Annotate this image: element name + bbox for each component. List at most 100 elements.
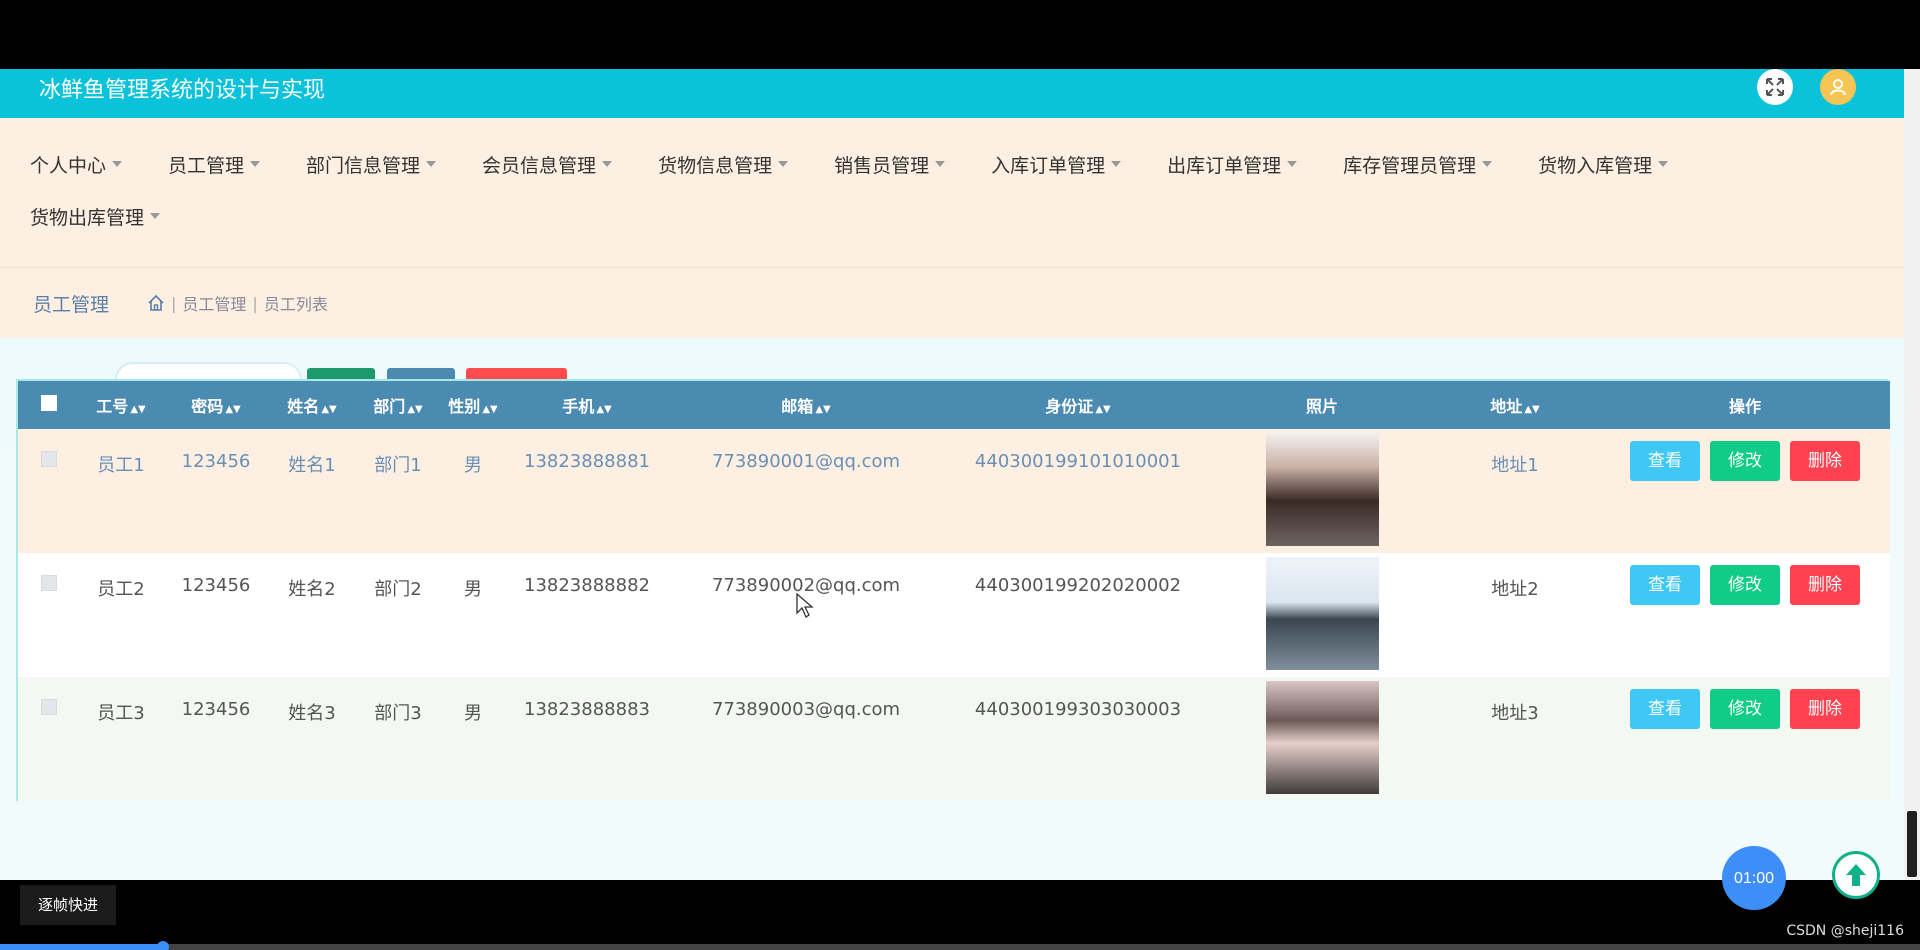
sort-icon: ▲▼ [1524,404,1540,415]
cell-idcard: 440300199101010001 [974,451,1182,472]
frame-step-button[interactable]: 逐帧快进 [20,885,116,925]
page-scrollbar[interactable] [1904,69,1920,880]
column-header-photo: 照片 [1305,397,1338,416]
nav-item[interactable]: 会员信息管理 [482,151,613,178]
nav-item[interactable]: 部门信息管理 [306,151,437,178]
sort-icon: ▲▼ [130,404,146,415]
column-header-name[interactable]: 姓名 ▲▼ [270,381,354,429]
app-title: 冰鲜鱼管理系统的设计与实现 [39,78,326,103]
column-header-password[interactable]: 密码 ▲▼ [162,381,270,429]
nav-item[interactable]: 库存管理员管理 [1343,151,1493,178]
nav-item[interactable]: 销售员管理 [834,151,946,178]
nav-item-label: 个人中心 [30,154,107,177]
breadcrumb-bar: 员工管理 | 员工管理 | 员工列表 [0,268,1904,338]
cell-address: 地址2 [1491,579,1539,600]
nav-row: 个人中心 员工管理 部门信息管理 会员信息管理 货物信息管理 销售员管理 入库订单管理 出库订… [30,138,1904,190]
cell-photo [1214,553,1430,677]
breadcrumb-item: 员工列表 [263,295,328,314]
column-header-phone[interactable]: 手机 ▲▼ [504,381,670,429]
caret-down-icon [1287,161,1298,167]
nav-item[interactable]: 员工管理 [168,151,261,178]
timer-widget[interactable]: 01:00 [1722,846,1786,910]
delete-button[interactable]: 删除 [1790,689,1860,729]
view-button[interactable]: 查看 [1630,441,1700,481]
cell-ops: 查看 修改 删除 [1600,677,1890,801]
progress-knob[interactable] [157,941,170,950]
nav-item-label: 销售员管理 [834,154,930,177]
cell-id: 员工2 [97,579,145,600]
delete-button[interactable]: 删除 [1790,565,1860,605]
nav-item-label: 入库订单管理 [991,154,1106,177]
app-header: 冰鲜鱼管理系统的设计与实现 [0,69,1904,118]
column-header-gender[interactable]: 性别 ▲▼ [442,381,504,429]
nav-item-label: 员工管理 [168,154,245,177]
cell-phone: 13823888881 [524,451,650,472]
row-checkbox-cell [18,677,80,801]
caret-down-icon [778,161,789,167]
column-header-email[interactable]: 邮箱 ▲▼ [670,381,942,429]
fullscreen-button[interactable] [1757,69,1793,105]
employee-photo [1265,557,1379,670]
column-header-id[interactable]: 工号 ▲▼ [80,381,162,429]
column-header-ops: 操作 [1728,397,1761,416]
home-icon[interactable] [147,294,165,312]
cell-idcard: 440300199202020002 [974,575,1182,596]
table-row: 员工1 123456 姓名1 部门1 男 13823888881 773890001@qq.… [18,429,1890,553]
cell-gender: 男 [464,579,482,600]
nav-item-label: 库存管理员管理 [1343,154,1477,177]
nav-item[interactable]: 入库订单管理 [991,151,1122,178]
caret-down-icon [1482,161,1493,167]
caret-down-icon [250,161,261,167]
breadcrumb: | 员工管理 | 员工列表 [147,291,328,315]
cell-ops: 查看 修改 删除 [1600,553,1890,677]
sort-icon: ▲▼ [407,404,423,415]
edit-button[interactable]: 修改 [1710,565,1780,605]
employee-photo [1265,681,1379,794]
sort-icon: ▲▼ [815,404,831,415]
expand-icon [1766,78,1784,96]
caret-down-icon [602,161,613,167]
row-checkbox-cell [18,429,80,553]
column-header-idcard[interactable]: 身份证 ▲▼ [942,381,1214,429]
scrollbar-thumb[interactable] [1907,811,1917,877]
select-all-checkbox[interactable] [41,395,57,411]
sort-icon: ▲▼ [482,404,498,415]
employee-table: 工号 ▲▼ 密码 ▲▼ 姓名 ▲▼ 部门 ▲▼ 性别 ▲▼ 手机 ▲▼ 邮箱 ▲▼ 身份证 ▲▼… [16,379,1890,801]
cell-ops: 查看 修改 删除 [1600,429,1890,553]
user-avatar-button[interactable] [1820,69,1856,105]
column-header-dept[interactable]: 部门 ▲▼ [354,381,442,429]
nav-item[interactable]: 货物出库管理 [30,203,161,230]
caret-down-icon [112,161,123,167]
cell-dept: 部门1 [374,455,422,476]
back-to-top-button[interactable] [1832,851,1880,899]
cell-dept: 部门2 [374,579,422,600]
delete-button[interactable]: 删除 [1790,441,1860,481]
page-title: 员工管理 [33,293,110,316]
cell-name: 姓名2 [288,579,336,600]
video-progress-bar[interactable] [0,941,1920,950]
nav-item-label: 货物出库管理 [30,206,145,229]
row-checkbox[interactable] [41,575,57,591]
watermark: CSDN @sheji116 [1786,923,1904,939]
breadcrumb-item[interactable]: 员工管理 [182,291,246,315]
edit-button[interactable]: 修改 [1710,689,1780,729]
edit-button[interactable]: 修改 [1710,441,1780,481]
view-button[interactable]: 查看 [1630,565,1700,605]
caret-down-icon [1658,161,1669,167]
nav-item[interactable]: 个人中心 [30,151,123,178]
employee-photo [1265,433,1379,546]
view-button[interactable]: 查看 [1630,689,1700,729]
nav-item[interactable]: 出库订单管理 [1167,151,1298,178]
row-checkbox[interactable] [41,699,57,715]
cell-photo [1214,677,1430,801]
nav-item[interactable]: 货物信息管理 [658,151,789,178]
column-header-address[interactable]: 地址 ▲▼ [1430,381,1600,429]
cell-address: 地址1 [1491,455,1539,476]
nav-item[interactable]: 货物入库管理 [1538,151,1669,178]
cell-name: 姓名1 [288,455,336,476]
sort-icon: ▲▼ [225,404,241,415]
cell-email: 773890003@qq.com [711,699,901,720]
sort-icon: ▲▼ [321,404,337,415]
row-checkbox[interactable] [41,451,57,467]
nav-item-label: 货物信息管理 [658,154,773,177]
